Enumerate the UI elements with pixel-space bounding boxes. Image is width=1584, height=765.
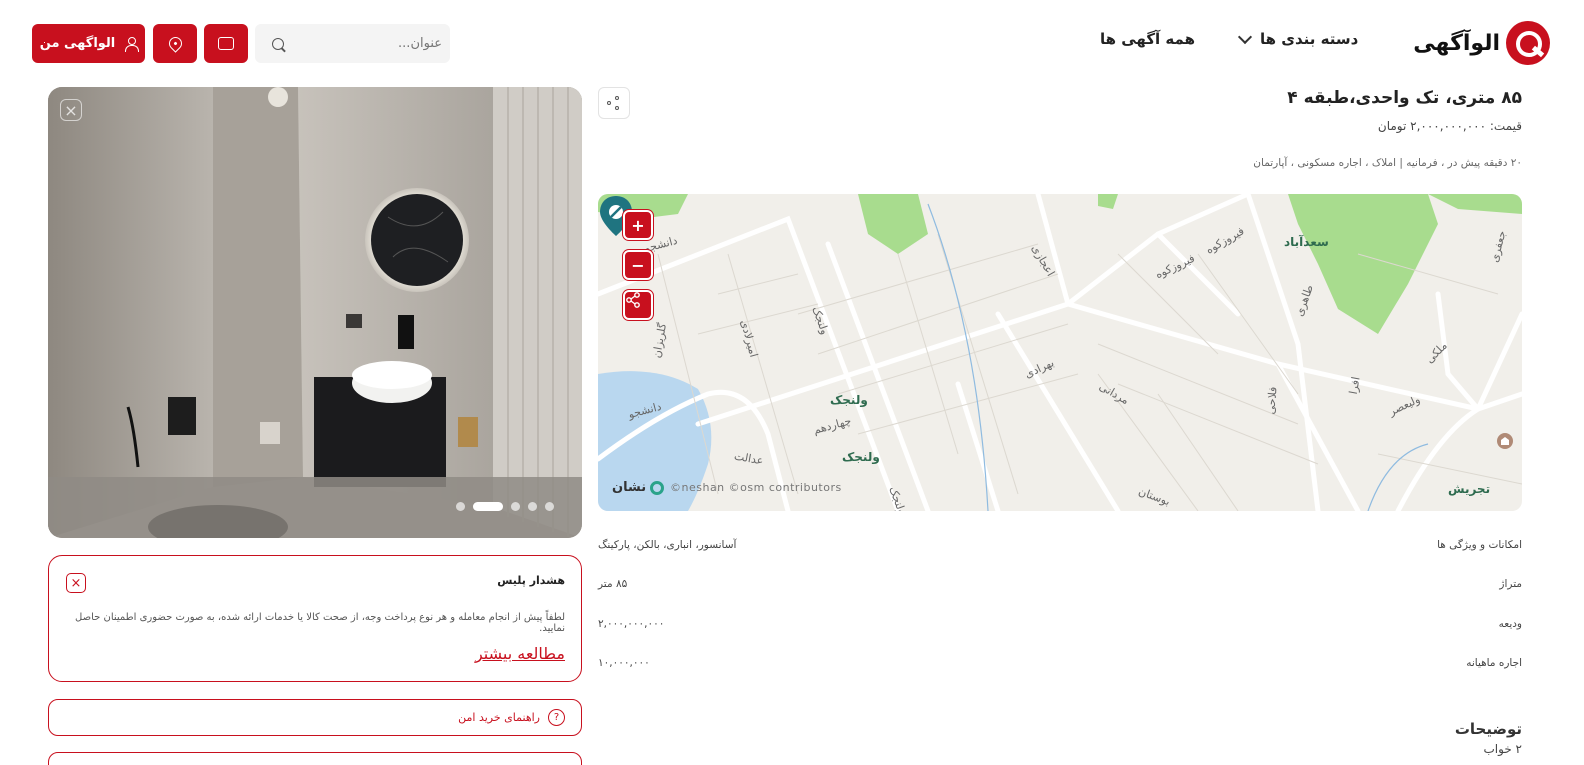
location-button[interactable] — [153, 24, 197, 63]
safe-purchase-guide-button[interactable]: ? راهنمای خرید امن — [48, 699, 582, 736]
gallery-dot[interactable] — [473, 502, 503, 511]
police-warning-card: هشدار پلیس × لطفاً پیش از انجام معامله و… — [48, 555, 582, 682]
site-logo[interactable]: الوآگهی — [1410, 20, 1550, 66]
chevron-down-icon — [1237, 29, 1253, 45]
map-share-button[interactable] — [623, 290, 653, 320]
search-icon[interactable] — [272, 37, 284, 50]
warning-title: هشدار پلیس — [497, 574, 565, 587]
listing-price: قیمت: ۲,۰۰۰,۰۰۰,۰۰۰ تومان — [1377, 119, 1522, 133]
map-label: تجریش — [1448, 482, 1491, 496]
search-input[interactable] — [292, 36, 442, 51]
plus-icon: + — [631, 215, 645, 235]
share-icon — [626, 292, 640, 308]
location-map[interactable]: سعدآباد ولنجک ولنجک تجریش ولیعصر چهاردهم… — [598, 194, 1522, 511]
map-canvas — [598, 194, 1522, 511]
search-box[interactable] — [255, 24, 450, 63]
all-ads-link[interactable]: همه آگهی ها — [1100, 30, 1195, 48]
landmark-icon — [1497, 433, 1513, 449]
location-pin-icon — [165, 34, 185, 53]
description-title: توضیحات — [1454, 720, 1522, 738]
attribute-key: امکانات و ویژگی ها — [1437, 539, 1522, 551]
zoom-out-button[interactable]: − — [623, 250, 653, 280]
listing-photo — [48, 87, 582, 538]
attribute-value: آسانسور، انباری، بالکن، پارکینگ — [598, 539, 737, 551]
neshan-brand: نشان — [612, 480, 665, 495]
gallery-pagination[interactable] — [456, 502, 554, 511]
attribute-key: متراژ — [1499, 578, 1522, 590]
my-account-button[interactable]: الواگهی من — [32, 24, 145, 63]
attribute-row: ودیعه ۲,۰۰۰,۰۰۰,۰۰۰ — [598, 618, 1522, 638]
logo-mark-icon — [1506, 21, 1550, 65]
photo-gallery[interactable]: × — [48, 87, 582, 538]
attribute-value: ۱۰,۰۰۰,۰۰۰ — [598, 657, 650, 669]
attribute-value: ۸۵ متر — [598, 578, 628, 590]
help-icon: ? — [548, 709, 565, 726]
categories-menu[interactable]: دسته بندی ها — [1237, 29, 1359, 48]
listing-title: ۸۵ متری، تک واحدی،طبقه ۴ — [1287, 88, 1522, 108]
close-icon[interactable]: × — [66, 573, 86, 593]
neshan-logo-icon — [650, 480, 665, 495]
read-more-link[interactable]: مطالعه بیشتر — [475, 644, 565, 663]
map-copyright: ©neshan ©osm contributors — [670, 481, 842, 494]
secondary-card[interactable] — [48, 752, 582, 765]
share-button[interactable] — [598, 87, 630, 119]
user-icon — [125, 36, 140, 52]
attribute-key: ودیعه — [1498, 618, 1522, 630]
fullscreen-close-icon[interactable]: × — [60, 99, 82, 121]
share-icon — [607, 96, 621, 110]
gallery-dot[interactable] — [456, 502, 465, 511]
my-account-label: الواگهی من — [39, 36, 116, 51]
attribute-row: اجاره ماهیانه ۱۰,۰۰۰,۰۰۰ — [598, 657, 1522, 677]
attribute-row: امکانات و ویژگی ها آسانسور، انباری، بالک… — [598, 539, 1522, 559]
gallery-dot[interactable] — [528, 502, 537, 511]
listing-meta: ۲۰ دقیقه پیش در ، فرمانیه | املاک ، اجار… — [1253, 157, 1522, 169]
attribute-value: ۲,۰۰۰,۰۰۰,۰۰۰ — [598, 618, 665, 630]
map-label: ولنجک — [830, 393, 868, 407]
chat-button[interactable] — [204, 24, 248, 63]
warning-text: لطفاً پیش از انجام معامله و هر نوع پرداخ… — [75, 612, 565, 634]
guide-label: راهنمای خرید امن — [458, 711, 540, 724]
description-text: ۲ خواب — [1483, 742, 1522, 756]
logo-text: الوآگهی — [1413, 30, 1501, 56]
attribute-row: متراژ ۸۵ متر — [598, 578, 1522, 598]
minus-icon: − — [631, 255, 645, 275]
brand-label: نشان — [612, 480, 647, 495]
zoom-in-button[interactable]: + — [623, 210, 653, 240]
chat-icon — [218, 37, 234, 50]
map-label: سعدآباد — [1284, 235, 1329, 249]
attribute-key: اجاره ماهیانه — [1466, 657, 1522, 669]
categories-label: دسته بندی ها — [1260, 30, 1359, 48]
map-label: ولنجک — [842, 450, 880, 464]
map-label: فلاحی — [1264, 386, 1280, 415]
gallery-dot[interactable] — [511, 502, 520, 511]
gallery-dot[interactable] — [545, 502, 554, 511]
